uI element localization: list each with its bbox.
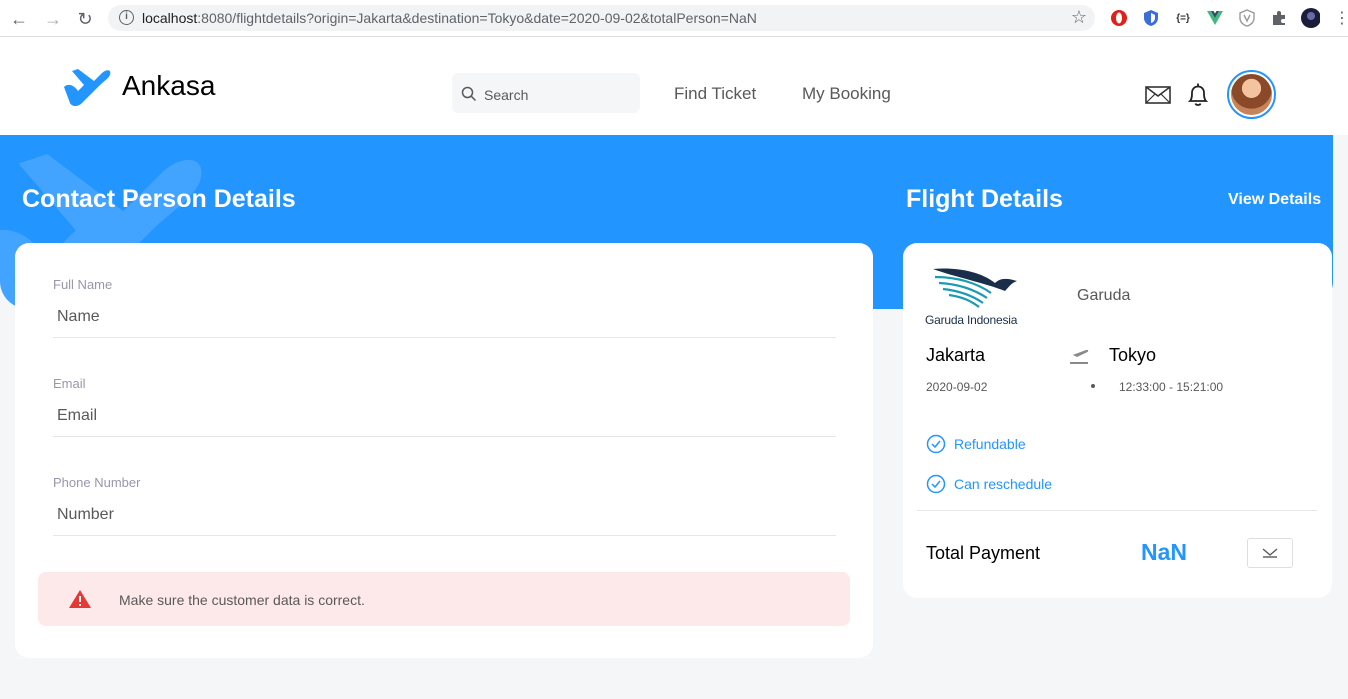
vue-extension-icon[interactable] [1205,8,1225,28]
divider [917,510,1317,511]
privacy-extension-icon[interactable] [1237,8,1257,28]
field-label: Email [53,376,86,391]
profile-avatar-icon[interactable] [1300,8,1320,28]
url-text[interactable]: localhost:8080/flightdetails?origin=Jaka… [142,10,757,26]
opera-extension-icon[interactable] [1109,8,1129,28]
warning-icon [69,590,91,608]
brand-name: Ankasa [122,70,216,101]
expand-payment-button[interactable] [1247,538,1293,568]
phone-input[interactable]: Number [53,506,836,536]
app-header: Ankasa Search Find Ticket My Booking [0,37,1348,135]
total-payment-value: NaN [1141,539,1188,565]
feature-label: Refundable [954,436,1026,452]
nav-find-ticket[interactable]: Find Ticket [674,84,756,104]
field-label: Phone Number [53,475,141,490]
bookmark-star-icon[interactable]: ☆ [1071,7,1087,28]
flight-card: Garuda Indonesia Garuda Jakarta Tokyo 20… [903,243,1332,598]
address-bar[interactable]: i localhost:8080/flightdetails?origin=Ja… [108,5,1095,31]
flight-section-title: Flight Details [906,185,1063,213]
url-path: :8080/flightdetails?origin=Jakarta&desti… [197,10,757,26]
field-label: Full Name [53,277,113,292]
phone-field: Phone Number Number [53,475,836,536]
check-circle-icon [926,474,946,494]
full-name-input[interactable]: Name [53,308,836,338]
feature-label: Can reschedule [954,476,1053,492]
contact-section-title: Contact Person Details [22,185,296,213]
url-host: localhost [142,10,198,26]
origin-city: Jakarta [926,345,986,365]
browser-menu-icon[interactable]: ⋮ [1332,8,1348,28]
total-payment-label: Total Payment [926,543,1041,563]
forward-icon[interactable]: → [42,8,64,30]
nav-my-booking[interactable]: My Booking [802,84,891,104]
flight-time: 12:33:00 - 15:21:00 [1119,380,1224,394]
back-icon[interactable]: ← [8,8,30,30]
shield-extension-icon[interactable] [1141,8,1161,28]
airline-logo-text: Garuda Indonesia [925,313,1018,327]
warning-banner: Make sure the customer data is correct. [38,572,850,626]
email-field: Email Email [53,376,836,437]
airplane-icon [1070,349,1089,364]
mail-icon[interactable] [1145,86,1171,104]
view-details-link[interactable]: View Details [1228,191,1321,209]
json-extension-icon[interactable]: {=} [1173,8,1193,28]
reload-icon[interactable]: ↻ [74,8,96,30]
garuda-logo-icon [933,268,1017,308]
info-icon[interactable]: i [119,10,134,25]
feature-refundable: Refundable [926,434,1026,454]
separator-dot [1091,384,1095,388]
search-input[interactable]: Search [452,73,640,113]
bell-icon[interactable] [1186,82,1210,108]
warning-text: Make sure the customer data is correct. [119,592,365,608]
airline-name: Garuda [1077,287,1131,304]
check-circle-icon [926,434,946,454]
flight-date: 2020-09-02 [926,380,988,394]
contact-card: Full Name Name Email Email Phone Number … [15,243,873,658]
extensions-puzzle-icon[interactable] [1269,8,1289,28]
chevron-down-icon [1262,548,1278,558]
avatar-image [1231,74,1272,115]
email-input[interactable]: Email [53,407,836,437]
feature-reschedule: Can reschedule [926,474,1052,494]
brand-logo[interactable]: Ankasa [62,65,215,107]
search-icon [461,86,477,102]
browser-toolbar: ← → ↻ i localhost:8080/flightdetails?ori… [0,0,1348,37]
full-name-field: Full Name Name [53,277,836,338]
destination-city: Tokyo [1109,345,1157,365]
plane-logo-icon [64,69,111,106]
user-avatar[interactable] [1227,70,1276,119]
search-placeholder: Search [484,87,529,103]
